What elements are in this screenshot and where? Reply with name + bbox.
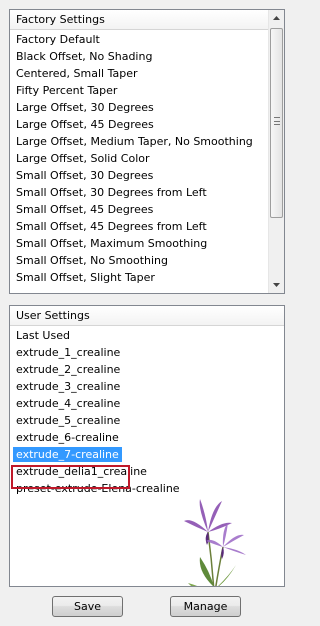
factory-item-small-offset-max-smoothing[interactable]: Small Offset, Maximum Smoothing: [10, 235, 268, 252]
scrollbar-thumb[interactable]: [270, 28, 283, 218]
factory-item-small-offset-45-left[interactable]: Small Offset, 45 Degrees from Left: [10, 218, 268, 235]
factory-item-small-offset-30[interactable]: Small Offset, 30 Degrees: [10, 167, 268, 184]
user-settings-list[interactable]: Last Used extrude_1_crealine extrude_2_c…: [10, 327, 284, 586]
manage-button[interactable]: Manage: [170, 596, 241, 617]
user-item-last-used[interactable]: Last Used: [10, 327, 284, 344]
factory-item-factory-default[interactable]: Factory Default: [10, 31, 268, 48]
factory-item-fifty-percent-taper[interactable]: Fifty Percent Taper: [10, 82, 268, 99]
factory-settings-header: Factory Settings: [10, 10, 284, 30]
user-item-extrude-7-selected[interactable]: extrude_7-crealine: [10, 446, 284, 463]
factory-item-centered-small-taper[interactable]: Centered, Small Taper: [10, 65, 268, 82]
scrollbar-grip-icon: [274, 117, 280, 125]
user-item-extrude-3[interactable]: extrude_3_crealine: [10, 378, 284, 395]
flower-decoration-image: [184, 499, 246, 586]
factory-settings-list[interactable]: Factory Default Black Offset, No Shading…: [10, 31, 268, 293]
factory-list-scrollbar[interactable]: [268, 10, 284, 293]
factory-item-large-offset-solid-color[interactable]: Large Offset, Solid Color: [10, 150, 268, 167]
user-settings-panel: User Settings Last Used extrude_1_creali…: [9, 305, 285, 587]
factory-item-large-offset-45[interactable]: Large Offset, 45 Degrees: [10, 116, 268, 133]
user-item-extrude-4[interactable]: extrude_4_crealine: [10, 395, 284, 412]
user-settings-header: User Settings: [10, 306, 284, 326]
factory-item-small-offset-slight-taper[interactable]: Small Offset, Slight Taper: [10, 269, 268, 286]
user-item-extrude-2[interactable]: extrude_2_crealine: [10, 361, 284, 378]
user-item-extrude-5[interactable]: extrude_5_crealine: [10, 412, 284, 429]
factory-item-small-offset-45[interactable]: Small Offset, 45 Degrees: [10, 201, 268, 218]
factory-item-large-offset-30[interactable]: Large Offset, 30 Degrees: [10, 99, 268, 116]
scroll-up-arrow-icon[interactable]: [269, 10, 284, 26]
factory-item-small-offset-no-smoothing[interactable]: Small Offset, No Smoothing: [10, 252, 268, 269]
factory-item-small-offset-30-left[interactable]: Small Offset, 30 Degrees from Left: [10, 184, 268, 201]
factory-settings-panel: Factory Settings Factory Default Black O…: [9, 9, 285, 294]
user-item-extrude-1[interactable]: extrude_1_crealine: [10, 344, 284, 361]
user-item-extrude-delia1[interactable]: extrude_delia1_crealine: [10, 463, 284, 480]
factory-item-black-offset-no-shading[interactable]: Black Offset, No Shading: [10, 48, 268, 65]
scroll-down-arrow-icon[interactable]: [269, 277, 284, 293]
user-item-extrude-6[interactable]: extrude_6-crealine: [10, 429, 284, 446]
selected-item-label: extrude_7-crealine: [13, 447, 122, 462]
factory-item-large-offset-medium-taper[interactable]: Large Offset, Medium Taper, No Smoothing: [10, 133, 268, 150]
save-button[interactable]: Save: [52, 596, 123, 617]
